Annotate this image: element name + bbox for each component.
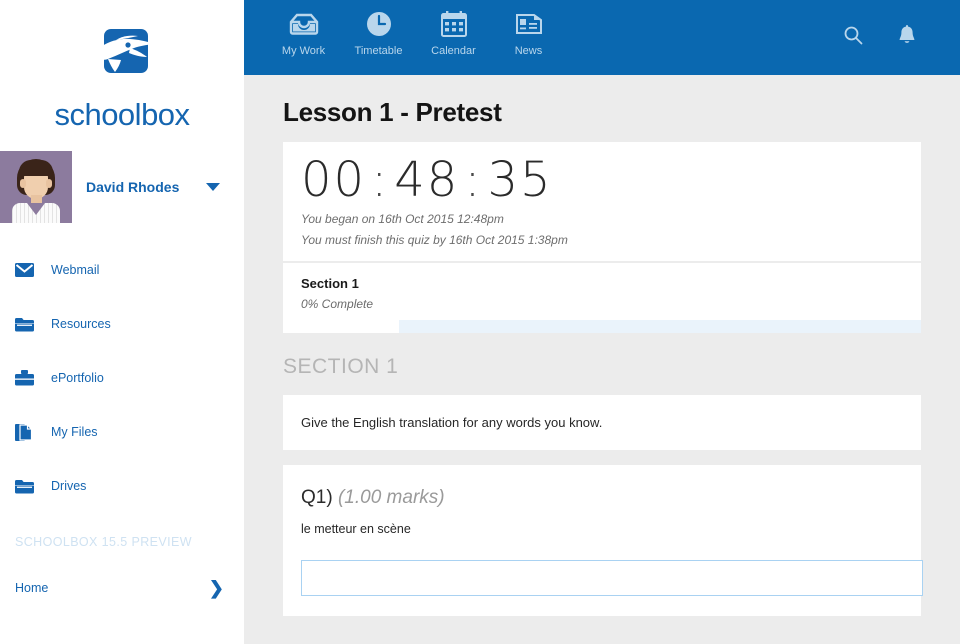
sidebar: schoolbox David Rhodes xyxy=(0,0,244,644)
avatar xyxy=(0,151,72,223)
newspaper-icon xyxy=(491,9,566,39)
quiz-start-note: You began on 16th Oct 2015 12:48pm xyxy=(301,212,903,226)
top-nav-news[interactable]: News xyxy=(491,0,566,57)
sidebar-item-label: Webmail xyxy=(41,263,99,277)
notifications-button[interactable] xyxy=(880,25,934,50)
section-progress-percent: 0% Complete xyxy=(301,297,903,311)
chevron-right-icon[interactable]: ❯ xyxy=(209,579,224,597)
top-nav-timetable[interactable]: Timetable xyxy=(341,0,416,57)
topbar-actions xyxy=(826,0,960,75)
user-menu[interactable]: David Rhodes xyxy=(0,151,244,223)
sidebar-item-home[interactable]: Home ❯ xyxy=(0,579,244,597)
sidebar-item-eportfolio[interactable]: ePortfolio xyxy=(0,351,244,405)
quiz-content: Lesson 1 - Pretest 00:48:35 You began on… xyxy=(244,75,960,616)
caret-down-icon[interactable] xyxy=(206,183,220,191)
question-marks: (1.00 marks) xyxy=(338,487,445,508)
main-area: My Work Timetable xyxy=(244,0,960,644)
brand-logo[interactable]: schoolbox xyxy=(0,0,244,133)
bell-icon xyxy=(898,25,916,50)
top-nav-label: My Work xyxy=(266,45,341,57)
envelope-icon xyxy=(15,263,41,277)
calendar-grid-icon xyxy=(416,9,491,39)
sidebar-item-drives[interactable]: Drives xyxy=(0,459,244,513)
sidebar-item-webmail[interactable]: Webmail xyxy=(0,243,244,297)
section-progress-card: Section 1 0% Complete xyxy=(283,263,921,333)
timer-separator: : xyxy=(366,152,394,208)
sidebar-nav: Webmail Resources xyxy=(0,243,244,513)
preview-version-label: SCHOOLBOX 15.5 PREVIEW xyxy=(0,535,244,549)
timer-separator: : xyxy=(459,152,487,208)
top-nav-my-work[interactable]: My Work xyxy=(266,0,341,57)
quiz-deadline-note: You must finish this quiz by 16th Oct 20… xyxy=(301,233,903,247)
top-nav-calendar[interactable]: Calendar xyxy=(416,0,491,57)
timer-minutes: 48 xyxy=(394,152,459,208)
top-nav-label: Timetable xyxy=(341,45,416,57)
search-icon xyxy=(843,25,863,50)
search-button[interactable] xyxy=(826,25,880,50)
sidebar-item-label: Drives xyxy=(41,479,86,493)
question-number: Q1) xyxy=(301,487,333,508)
sidebar-item-resources[interactable]: Resources xyxy=(0,297,244,351)
schoolbox-quiz-page: schoolbox David Rhodes xyxy=(0,0,960,644)
progress-bar-gap xyxy=(283,320,399,333)
top-navigation-bar: My Work Timetable xyxy=(244,0,960,75)
countdown-timer: 00:48:35 xyxy=(301,155,903,205)
top-nav-label: Calendar xyxy=(416,45,491,57)
inbox-tray-icon xyxy=(266,9,341,39)
question-prompt: le metteur en scène xyxy=(301,522,903,536)
brand-wordmark: schoolbox xyxy=(0,97,244,133)
marlin-logo-icon xyxy=(84,26,160,91)
folder-icon xyxy=(15,479,41,494)
sidebar-item-label: My Files xyxy=(41,425,98,439)
question-header: Q1) (1.00 marks) xyxy=(301,487,903,509)
page-title: Lesson 1 - Pretest xyxy=(283,97,921,128)
document-icon xyxy=(15,424,41,441)
progress-bar xyxy=(283,320,921,333)
timer-seconds: 35 xyxy=(488,152,553,208)
user-name: David Rhodes xyxy=(72,179,206,195)
sidebar-item-label: Home xyxy=(15,581,209,595)
sidebar-item-my-files[interactable]: My Files xyxy=(0,405,244,459)
instruction-text: Give the English translation for any wor… xyxy=(301,415,903,430)
top-nav-label: News xyxy=(491,45,566,57)
instruction-card: Give the English translation for any wor… xyxy=(283,395,921,450)
sidebar-item-label: ePortfolio xyxy=(41,371,104,385)
timer-hours: 00 xyxy=(301,152,366,208)
clock-icon xyxy=(341,9,416,39)
section-heading: SECTION 1 xyxy=(283,355,921,379)
progress-bar-track xyxy=(399,320,921,333)
briefcase-icon xyxy=(15,370,41,386)
question-card: Q1) (1.00 marks) le metteur en scène xyxy=(283,465,921,616)
timer-card: 00:48:35 You began on 16th Oct 2015 12:4… xyxy=(283,142,921,261)
answer-input[interactable] xyxy=(301,560,923,596)
folder-icon xyxy=(15,317,41,332)
sidebar-item-label: Resources xyxy=(41,317,111,331)
top-nav-items: My Work Timetable xyxy=(244,0,566,57)
section-progress-name: Section 1 xyxy=(301,276,903,291)
